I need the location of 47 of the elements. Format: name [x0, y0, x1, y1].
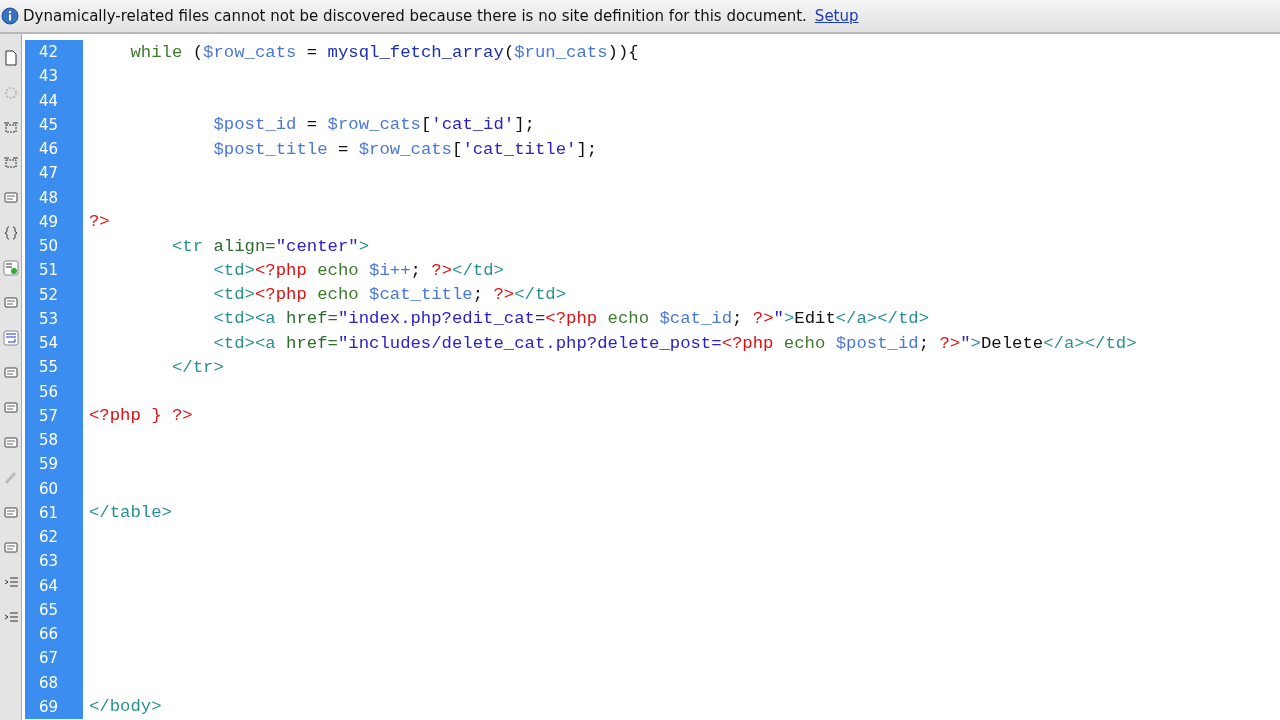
code-line: <td><?php echo $i++; ?></td>: [212, 260, 504, 280]
line-number: 48: [39, 188, 59, 207]
code-line: <td><?php echo $cat_title; ?></td>: [212, 285, 567, 305]
line-number: 66: [39, 625, 59, 644]
code-line: $post_id = $row_cats['cat_id'];: [212, 115, 535, 135]
wrap-icon[interactable]: [2, 330, 19, 346]
code-line: <td><a href="index.php?edit_cat=<?php echo $cat_id; ?>">Edit</a></td>: [212, 309, 930, 329]
document-icon[interactable]: [2, 50, 19, 66]
highlight-icon[interactable]: [2, 260, 19, 276]
code-line: <?php } ?>: [89, 406, 193, 426]
line-number: 56: [39, 382, 59, 401]
code-line: <td><a href="includes/delete_cat.php?delete_post=<?php echo $post_id; ?>">Delete</a></td>: [212, 333, 1137, 353]
line-number: 44: [39, 91, 59, 110]
info-message: Dynamically-related files cannot not be discovered because there is no site definition for this document.: [23, 7, 807, 25]
code-line: ?>: [89, 212, 110, 232]
code-line: $post_title = $row_cats['cat_title'];: [212, 139, 598, 159]
line-number: 67: [39, 649, 59, 668]
line-number: 50: [39, 237, 59, 256]
braces-icon[interactable]: [2, 225, 19, 241]
code-line: <tr align="center">: [170, 236, 370, 256]
code-line: </table>: [89, 503, 172, 523]
line-number: 59: [39, 455, 59, 474]
line-number: 68: [39, 673, 59, 692]
line-number: 46: [39, 140, 59, 159]
line-number: 60: [39, 479, 59, 498]
line-number: 53: [39, 309, 59, 328]
setup-link[interactable]: Setup: [814, 7, 859, 25]
line-number: 51: [39, 261, 59, 280]
line-number: 49: [39, 212, 59, 231]
line-number: 55: [39, 358, 59, 377]
line-number: 64: [39, 576, 59, 595]
line-number: 65: [39, 600, 59, 619]
line-number: 63: [39, 552, 59, 571]
line-number: 45: [39, 115, 59, 134]
line-number: 42: [39, 43, 59, 62]
line-number: 47: [39, 164, 59, 183]
line-number: 57: [39, 406, 59, 425]
code-line: </tr>: [170, 357, 224, 377]
code-line: while ($row_cats = mysql_fetch_array($run_cats)){: [129, 42, 639, 62]
line-number: 43: [39, 67, 59, 86]
line-number: 62: [39, 528, 59, 547]
line-number: 54: [39, 334, 59, 353]
line-number: 58: [39, 431, 59, 450]
line-number: 69: [39, 697, 59, 716]
line-number: 61: [39, 503, 59, 522]
code-line: </body>: [89, 697, 162, 717]
line-number: 52: [39, 285, 59, 304]
